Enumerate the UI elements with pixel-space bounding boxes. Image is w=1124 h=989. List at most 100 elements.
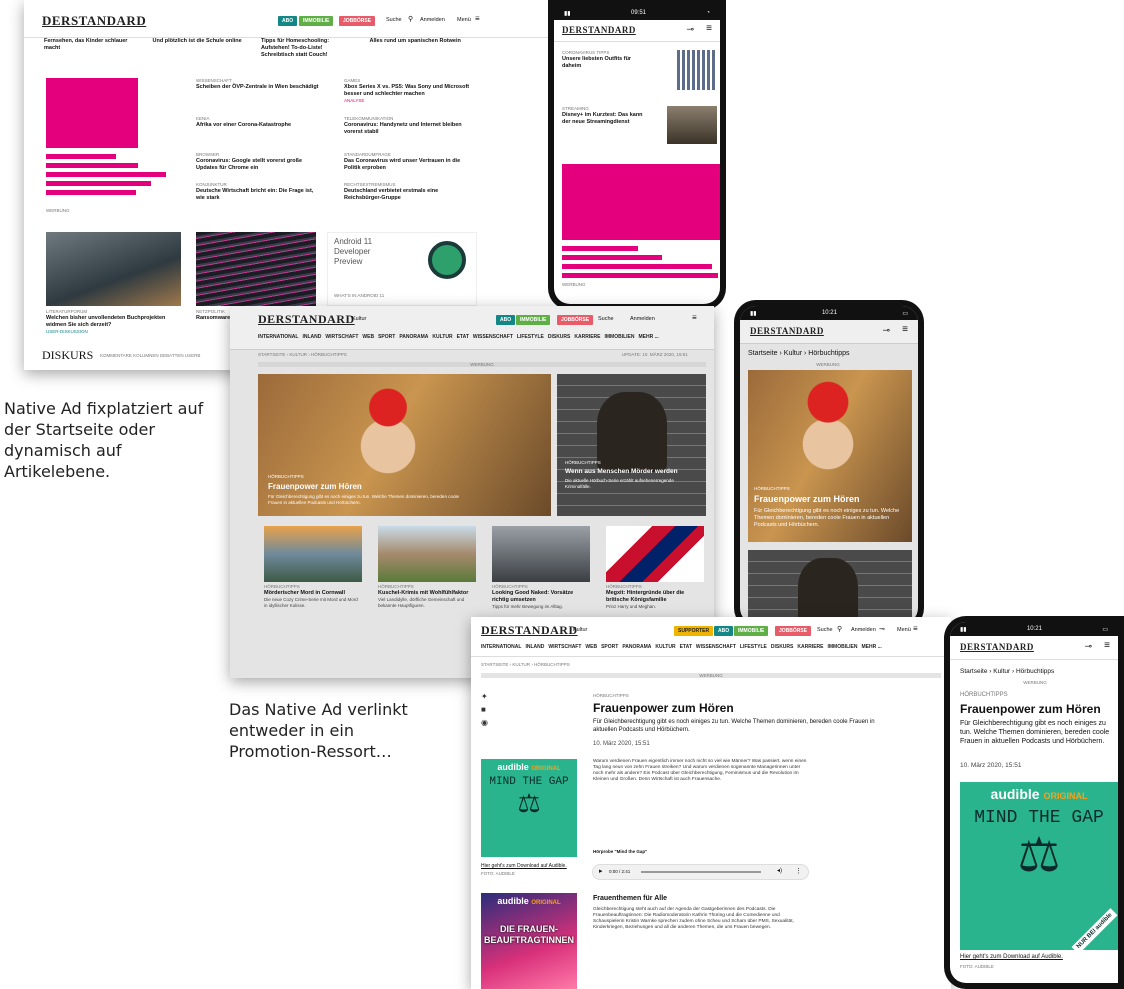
nav-item[interactable]: PANORAMA [622, 644, 651, 650]
jobboerse-button[interactable]: JOBBÖRSE [557, 315, 594, 325]
more-options-icon[interactable]: ⋮ [795, 867, 802, 875]
nav-item[interactable]: WEB [585, 644, 597, 650]
display-ad[interactable]: WERBUNG [46, 78, 186, 213]
teaser-card[interactable]: HÖRBUCHTIPPS Looking Good Naked: Vorsätz… [492, 526, 590, 609]
breadcrumb[interactable]: Startseite › Kultur › Hörbuchtipps [481, 662, 570, 667]
nav-item[interactable]: WISSENSCHAFT [696, 644, 736, 650]
news-item[interactable]: TELEKOMMUNIKATION Coronavirus: Handynetz … [344, 116, 474, 152]
facebook-icon[interactable]: ■ [481, 703, 488, 716]
hamburger-icon[interactable]: ≡ [706, 23, 712, 34]
search-icon[interactable]: ⚲ [408, 15, 413, 23]
teaser-card[interactable]: HÖRBUCHTIPPS Kuschel-Krimis mit Wohlfühl… [378, 526, 476, 609]
section-label[interactable]: Kultur [573, 627, 587, 634]
search-icon[interactable]: ⚲ [837, 625, 842, 633]
news-item[interactable]: BROWSER Coronavirus: Google stellt vorers… [196, 152, 321, 182]
mobile-item[interactable]: CORONAVIRUS TIPPS Unsere liebsten Outfit… [562, 50, 717, 96]
menu-link[interactable]: Menü [457, 17, 471, 24]
nav-item[interactable]: WIRTSCHAFT [548, 644, 581, 650]
bottom-teaser-1[interactable]: LITERATURFORUM Welchen bisher unvollende… [46, 232, 181, 335]
news-item[interactable]: WISSENSCHAFT Scheiben der ÖVP-Zentrale in… [196, 78, 321, 116]
nav-item[interactable]: ETAT [457, 334, 469, 340]
nav-item[interactable]: DISKURS [548, 334, 571, 340]
news-item[interactable]: STANDARDUMFRAGE Das Coronavirus wird unse… [344, 152, 474, 182]
teaser-card[interactable]: HÖRBUCHTIPPS Megxit: Hintergründe über d… [606, 526, 704, 609]
nav-item[interactable]: DISKURS [771, 644, 794, 650]
login-link[interactable]: Anmelden [420, 17, 445, 24]
breadcrumb[interactable]: Startseite › Kultur › Hörbuchtipps [258, 352, 347, 357]
nav-item[interactable]: SPORT [601, 644, 618, 650]
nav-item[interactable]: LIFESTYLE [517, 334, 544, 340]
teaser-card[interactable]: HÖRBUCHTIPPS Mörderischer Mord in Cornwa… [264, 526, 362, 609]
site-logo[interactable]: DERSTANDARD [481, 623, 578, 638]
nav-item[interactable]: INLAND [525, 644, 544, 650]
side-teaser[interactable]: HÖRBUCHTIPPS Wenn aus Menschen Mörder we… [557, 374, 706, 516]
nav-item[interactable]: IMMOBILIEN [828, 644, 858, 650]
immobilie-button[interactable]: IMMOBILIE [734, 626, 769, 636]
site-logo[interactable]: DERSTANDARD [750, 326, 824, 336]
progress-track[interactable] [641, 871, 761, 873]
diskurs-title[interactable]: DISKURS [42, 348, 93, 363]
play-icon[interactable]: ▸ [599, 867, 603, 875]
search-link[interactable]: Suche [598, 316, 614, 323]
hamburger-icon[interactable]: ≡ [475, 14, 480, 23]
nav-item[interactable]: ETAT [680, 644, 692, 650]
nav-item[interactable]: WEB [362, 334, 374, 340]
nav-item[interactable]: INLAND [302, 334, 321, 340]
login-link[interactable]: Anmelden [630, 316, 655, 323]
android-ad[interactable]: Android 11 Developer Preview What's in A… [327, 232, 477, 306]
nav-item[interactable]: KULTUR [432, 334, 452, 340]
menu-link[interactable]: Menü [897, 627, 911, 634]
key-icon[interactable]: ⊸ [882, 325, 890, 336]
news-item[interactable]: KONJUNKTUR Deutsche Wirtschaft bricht ein… [196, 182, 321, 202]
nav-item[interactable]: INTERNATIONAL [258, 334, 298, 340]
discussion-link[interactable]: USER-DISKUSSION [46, 329, 181, 334]
login-link[interactable]: Anmelden [851, 627, 876, 634]
whatsapp-icon[interactable]: ◉ [481, 716, 488, 729]
mind-the-gap-cover[interactable]: audible ORIGINAL MIND THE GAP ⚖ NUR BEI … [960, 782, 1118, 955]
volume-icon[interactable]: ◂) [777, 867, 782, 874]
hamburger-icon[interactable]: ≡ [1104, 640, 1110, 651]
key-icon[interactable]: ⊸ [879, 625, 885, 633]
nav-item[interactable]: MEHR ... [639, 334, 659, 340]
abo-button[interactable]: ABO [278, 16, 298, 26]
audio-player[interactable]: ▸ 0:00 / 2:41 ◂) ⋮ [593, 865, 808, 879]
abo-button[interactable]: ABO [496, 315, 516, 325]
nav-item[interactable]: INTERNATIONAL [481, 644, 521, 650]
nav-item[interactable]: LIFESTYLE [740, 644, 767, 650]
breadcrumb[interactable]: Startseite › Kultur › Hörbuchtipps [960, 668, 1054, 676]
jobboerse-button[interactable]: JOBBÖRSE [339, 16, 376, 26]
mobile-ad[interactable]: WERBUNG [562, 164, 720, 288]
immobilie-button[interactable]: IMMOBILIE [516, 315, 551, 325]
nav-item[interactable]: WIRTSCHAFT [325, 334, 358, 340]
download-link[interactable]: Hier geht's zum Download auf Audible. [960, 954, 1063, 962]
news-item[interactable]: RECHTSEXTREMISMUS Deutschland verbietet e… [344, 182, 474, 202]
download-link[interactable]: Hier geht's zum Download auf Audible. [481, 863, 567, 869]
nav-item[interactable]: MEHR ... [862, 644, 882, 650]
search-link[interactable]: Suche [386, 17, 402, 24]
supporter-button[interactable]: SUPPORTER [674, 626, 714, 636]
teaser-title[interactable]: Alles rund um spanischen Rotwein [370, 38, 465, 59]
nav-item[interactable]: WISSENSCHAFT [473, 334, 513, 340]
nav-item[interactable]: PANORAMA [399, 334, 428, 340]
teaser-title[interactable]: Tipps für Homeschooling: Aufstehen! To-d… [261, 38, 356, 59]
frauenbeauftragtinnen-cover[interactable]: audible ORIGINAL DIE FRAUEN-BEAUFTRAGTIN… [481, 893, 577, 989]
breadcrumb[interactable]: Startseite › Kultur › Hörbuchtipps [748, 350, 850, 359]
twitter-icon[interactable]: ✦ [481, 690, 488, 703]
teaser-title[interactable]: Fernsehen, das Kinder schlauer macht [44, 38, 139, 59]
hamburger-icon[interactable]: ≡ [913, 624, 918, 633]
site-logo[interactable]: DERSTANDARD [960, 642, 1034, 652]
teaser-title[interactable]: Und plötzlich ist die Schule online [153, 38, 248, 59]
news-item[interactable]: GAMES Xbox Series X vs. PS5: Was Sony und… [344, 78, 474, 116]
nav-item[interactable]: KULTUR [655, 644, 675, 650]
mobile-item[interactable]: STREAMING Disney+ im Kurztest: Das kann … [562, 106, 717, 152]
section-label[interactable]: Kultur [352, 316, 366, 323]
nav-item[interactable]: KARRIERE [574, 334, 600, 340]
nav-item[interactable]: KARRIERE [797, 644, 823, 650]
site-logo[interactable]: DERSTANDARD [562, 25, 636, 35]
key-icon[interactable]: ⊸ [1084, 641, 1092, 652]
hero-teaser[interactable]: HÖRBUCHTIPPS Frauenpower zum Hören Für G… [748, 370, 912, 542]
site-logo[interactable]: DERSTANDARD [42, 13, 146, 29]
diskurs-links[interactable]: KOMMENTARE KOLUMNEN DEBATTEN USERB [100, 353, 200, 358]
nav-item[interactable]: SPORT [378, 334, 395, 340]
hero-teaser[interactable]: HÖRBUCHTIPPS Frauenpower zum Hören Für G… [258, 374, 551, 516]
